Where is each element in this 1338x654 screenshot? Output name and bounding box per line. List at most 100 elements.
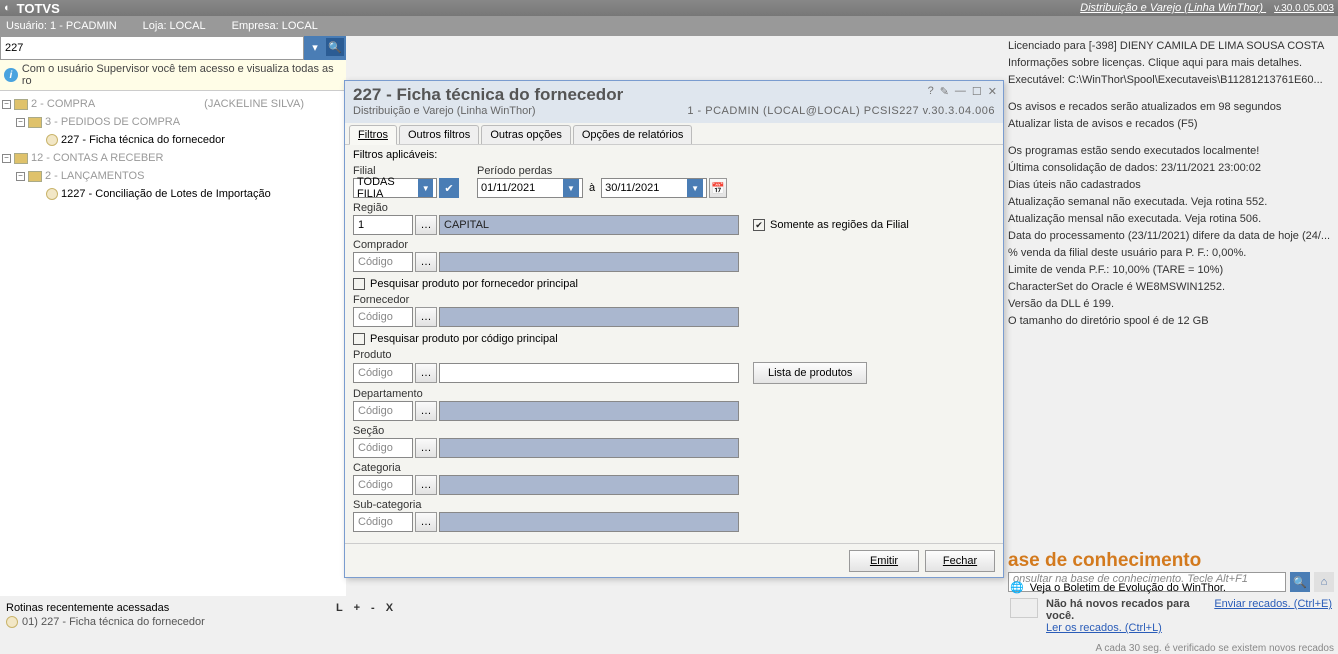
msg-line: Limite de venda P.F.: 10,00% (TARE = 10%… — [1008, 262, 1223, 279]
secao-code-input[interactable]: Código — [353, 438, 413, 458]
status-footer: A cada 30 seg. é verificado se existem n… — [1096, 643, 1334, 654]
secao-name-display — [439, 438, 739, 458]
tree-leaf[interactable]: 1227 - Conciliação de Lotes de Importaçã… — [61, 188, 271, 200]
emitir-button[interactable]: Emitir — [849, 550, 919, 572]
search-icon[interactable]: 🔍 — [326, 38, 344, 56]
supplier-dialog: 227 - Ficha técnica do fornecedor Distri… — [344, 80, 1004, 578]
regiao-lookup-button[interactable]: … — [415, 215, 437, 235]
categoria-label: Categoria — [353, 462, 995, 474]
tab-outros-filtros[interactable]: Outros filtros — [399, 125, 479, 144]
footer-shortcuts: L + - X — [336, 602, 397, 638]
produto-label: Produto — [353, 349, 995, 361]
produto-code-input[interactable]: Código — [353, 363, 413, 383]
tree-toggle-icon[interactable]: − — [16, 172, 25, 181]
date-from-input[interactable]: 01/11/2021▼ — [477, 178, 583, 198]
msg-line: Dias úteis não cadastrados — [1008, 177, 1141, 194]
supervisor-info-bar: i Com o usuário Supervisor você tem aces… — [0, 60, 346, 91]
regiao-code-input[interactable]: 1 — [353, 215, 413, 235]
maximize-icon[interactable]: ☐ — [972, 85, 982, 98]
subcategoria-lookup-button[interactable]: … — [415, 512, 437, 532]
comprador-name-display — [439, 252, 739, 272]
fornecedor-code-input[interactable]: Código — [353, 307, 413, 327]
tree-node[interactable]: 12 - CONTAS A RECEBER — [31, 152, 163, 164]
tree-node[interactable]: 2 - COMPRA — [31, 98, 95, 110]
tree-node[interactable]: 2 - LANÇAMENTOS — [45, 170, 144, 182]
departamento-code-input[interactable]: Código — [353, 401, 413, 421]
subcategoria-name-display — [439, 512, 739, 532]
filial-combo[interactable]: TODAS FILIA▼ — [353, 178, 437, 198]
date-to-input[interactable]: 30/11/2021▼ — [601, 178, 707, 198]
msg-line: Executável: C:\WinThor\Spool\Executaveis… — [1008, 72, 1323, 89]
fechar-button[interactable]: Fechar — [925, 550, 995, 572]
secao-lookup-button[interactable]: … — [415, 438, 437, 458]
regiao-name-display: CAPITAL — [439, 215, 739, 235]
comprador-lookup-button[interactable]: … — [415, 252, 437, 272]
msg-line[interactable]: Atualizar lista de avisos e recados (F5) — [1008, 116, 1198, 133]
chevron-down-icon[interactable]: ▼ — [563, 179, 579, 197]
tree-toggle-icon[interactable]: − — [2, 100, 11, 109]
comprador-code-input[interactable]: Código — [353, 252, 413, 272]
app-logo-text: TOTVS — [17, 1, 60, 16]
produto-lookup-button[interactable]: … — [415, 363, 437, 383]
company-label: Empresa: LOCAL — [232, 20, 318, 32]
app-version: v.30.0.05.003 — [1274, 3, 1334, 14]
pesq-fornecedor-checkbox[interactable] — [353, 278, 365, 290]
pesq-codigo-checkbox[interactable] — [353, 333, 365, 345]
msg-line: Atualização mensal não executada. Veja r… — [1008, 211, 1261, 228]
chevron-down-icon[interactable]: ▼ — [418, 179, 433, 197]
departamento-lookup-button[interactable]: … — [415, 401, 437, 421]
produto-name-input[interactable] — [439, 363, 739, 383]
calendar-icon[interactable]: 📅 — [709, 178, 727, 198]
msg-line: O tamanho do diretório spool é de 12 GB — [1008, 313, 1209, 330]
tree-node[interactable]: 3 - PEDIDOS DE COMPRA — [45, 116, 180, 128]
boletim-link[interactable]: Veja o Boletim de Evolução do WinThor. — [1030, 582, 1226, 594]
user-info-bar: Usuário: 1 - PCADMIN Loja: LOCAL Empresa… — [0, 16, 1338, 36]
fornecedor-label: Fornecedor — [353, 294, 995, 306]
msg-line: Os avisos e recados serão atualizados em… — [1008, 99, 1281, 116]
tree-toggle-icon[interactable]: − — [2, 154, 11, 163]
edit-icon[interactable]: ✎ — [940, 85, 949, 98]
msg-line: Última consolidação de dados: 23/11/2021… — [1008, 160, 1261, 177]
somente-regioes-checkbox[interactable]: ✔ — [753, 219, 765, 231]
system-messages: Licenciado para [-398] DIENY CAMILA DE L… — [1004, 36, 1338, 332]
a-label: à — [589, 182, 595, 194]
lista-produtos-button[interactable]: Lista de produtos — [753, 362, 867, 384]
left-panel: ▾ 🔍 i Com o usuário Supervisor você tem … — [0, 36, 346, 596]
tree-leaf[interactable]: 227 - Ficha técnica do fornecedor — [61, 134, 225, 146]
globe-icon: 🌐 — [1010, 581, 1024, 594]
minimize-icon[interactable]: ― — [955, 85, 966, 98]
recent-item[interactable]: 01) 227 - Ficha técnica do fornecedor — [22, 616, 205, 628]
user-label: Usuário: 1 - PCADMIN — [6, 20, 117, 32]
module-name[interactable]: Distribuição e Varejo (Linha WinThor) — [1080, 2, 1263, 14]
right-panel: Licenciado para [-398] DIENY CAMILA DE L… — [1004, 36, 1338, 596]
recent-title: Rotinas recentemente acessadas — [6, 602, 336, 614]
msg-line: CharacterSet do Oracle é WE8MSWIN1252. — [1008, 279, 1225, 296]
subcategoria-code-input[interactable]: Código — [353, 512, 413, 532]
help-icon[interactable]: ? — [928, 85, 934, 98]
routine-icon — [46, 188, 58, 200]
tab-opcoes-relatorios[interactable]: Opções de relatórios — [573, 125, 693, 144]
fornecedor-lookup-button[interactable]: … — [415, 307, 437, 327]
departamento-name-display — [439, 401, 739, 421]
msg-line: % venda da filial deste usuário para P. … — [1008, 245, 1246, 262]
routine-icon — [46, 134, 58, 146]
categoria-code-input[interactable]: Código — [353, 475, 413, 495]
app-topbar: ◐ TOTVS Distribuição e Varejo (Linha Win… — [0, 0, 1338, 16]
subcategoria-label: Sub-categoria — [353, 499, 995, 511]
routine-search-input[interactable] — [0, 36, 304, 60]
search-dropdown-icon[interactable]: ▾ — [306, 38, 324, 56]
dialog-tabs: Filtros Outros filtros Outras opções Opç… — [345, 123, 1003, 145]
tab-filtros[interactable]: Filtros — [349, 125, 397, 145]
routine-tree[interactable]: − 2 - COMPRA (JACKELINE SILVA) − 3 - PED… — [0, 91, 346, 596]
msg-line: Versão da DLL é 199. — [1008, 296, 1114, 313]
tab-outras-opcoes[interactable]: Outras opções — [481, 125, 571, 144]
msg-line[interactable]: Informações sobre licenças. Clique aqui … — [1008, 55, 1302, 72]
filial-check-icon[interactable]: ✔ — [439, 178, 459, 198]
routine-icon — [6, 616, 18, 628]
categoria-lookup-button[interactable]: … — [415, 475, 437, 495]
store-label: Loja: LOCAL — [143, 20, 206, 32]
chevron-down-icon[interactable]: ▼ — [687, 179, 703, 197]
close-icon[interactable]: ✕ — [988, 85, 997, 98]
folder-icon — [14, 153, 28, 164]
tree-toggle-icon[interactable]: − — [16, 118, 25, 127]
